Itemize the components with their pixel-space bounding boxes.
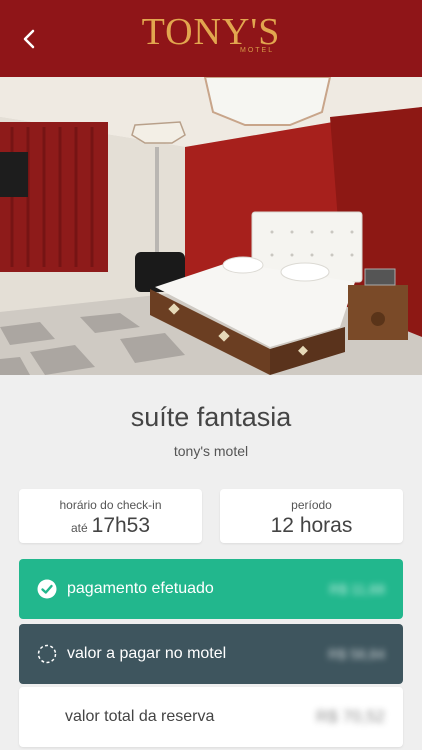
brand-logo: TONY'S	[0, 10, 422, 54]
period-value: 12 horas	[270, 514, 353, 537]
payment-done-label: pagamento efetuado	[67, 580, 214, 597]
checkin-label: horário do check-in	[59, 498, 162, 512]
period-card: período 12 horas	[220, 489, 403, 543]
payment-due-amount: R$ 58,84	[328, 646, 385, 662]
motel-name: tony's motel	[173, 443, 249, 459]
period-label: período	[291, 498, 332, 512]
room-photo	[0, 77, 422, 375]
period-value-row: 12 horas	[220, 514, 403, 538]
check-circle-icon	[37, 579, 57, 599]
checkin-prefix: até	[70, 521, 88, 535]
header-bar: TONY'S MOTEL	[0, 0, 422, 77]
checkin-time: 17h53	[91, 514, 151, 537]
payment-done-amount: R$ 11,68	[329, 581, 385, 597]
brand-subtitle: MOTEL	[240, 47, 275, 54]
checkin-card: horário do check-in até 17h53	[19, 489, 202, 543]
payment-due-label: valor a pagar no motel	[67, 645, 227, 662]
payment-total-label: valor total da reserva	[65, 708, 215, 725]
brand-name: TONY'S	[141, 11, 281, 53]
payment-due-row: valor a pagar no motel R$ 58,84	[19, 624, 403, 684]
payment-total-amount: R$ 70,52	[316, 707, 385, 726]
dashed-circle-icon	[37, 644, 57, 664]
payment-done-row: pagamento efetuado R$ 11,68	[19, 559, 403, 619]
checkin-value-row: até 17h53	[19, 514, 202, 538]
room-title: suíte fantasia	[130, 402, 292, 432]
payment-total-row: valor total da reserva R$ 70,52	[19, 687, 403, 747]
